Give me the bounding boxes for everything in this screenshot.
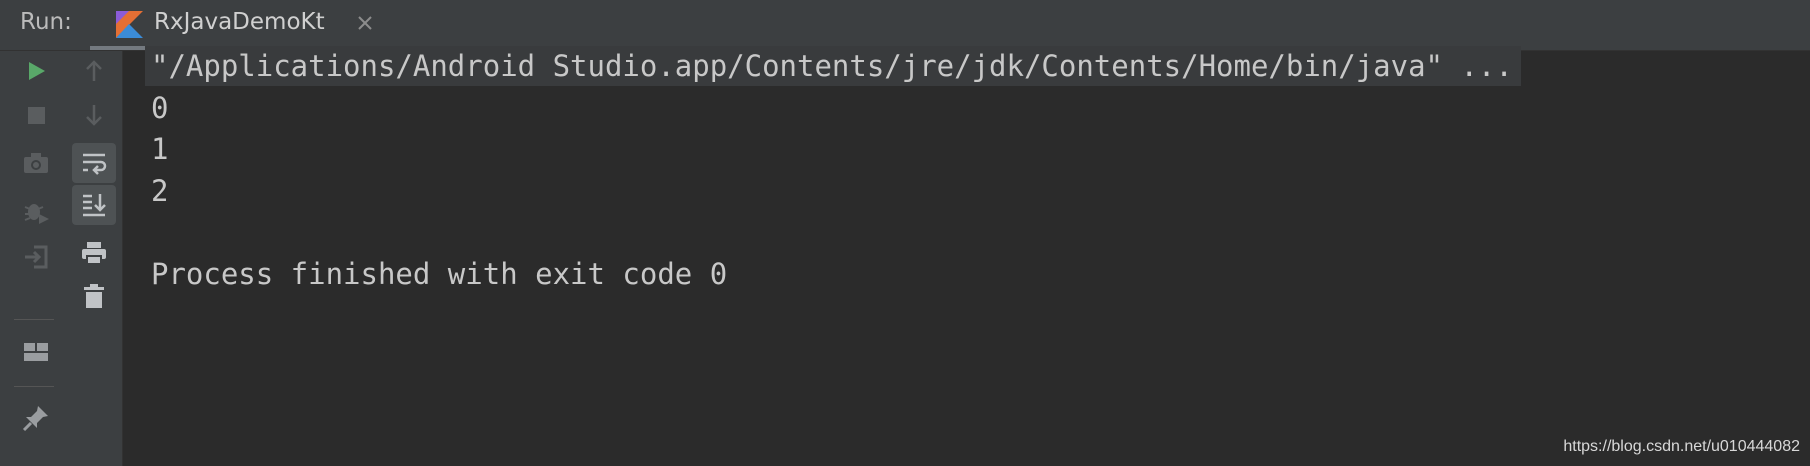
rerun-button[interactable] (14, 51, 58, 91)
restore-layout-button[interactable] (14, 332, 58, 372)
down-button[interactable] (72, 95, 116, 135)
pin-icon (22, 406, 48, 432)
layout-icon (24, 343, 48, 361)
debug-button[interactable] (14, 191, 58, 231)
stop-button[interactable] (14, 95, 58, 135)
command-line: "/Applications/Android Studio.app/Conten… (145, 46, 1521, 86)
exit-message: Process finished with exit code 0 (151, 257, 728, 291)
trash-icon (84, 284, 104, 308)
output-line: 2 (151, 174, 169, 208)
up-button[interactable] (72, 51, 116, 91)
clear-all-button[interactable] (72, 276, 116, 316)
arrow-down-icon (86, 105, 102, 126)
console-output[interactable]: "/Applications/Android Studio.app/Conten… (123, 46, 1810, 466)
exit-button[interactable] (14, 237, 58, 277)
play-icon (29, 62, 45, 80)
close-icon[interactable] (354, 12, 376, 34)
run-label: Run: (20, 9, 72, 35)
debug-icon (24, 204, 49, 224)
pin-tab-button[interactable] (14, 398, 58, 438)
print-button[interactable] (72, 233, 116, 273)
print-icon (82, 242, 106, 265)
camera-icon (24, 153, 48, 173)
toolbar-separator (14, 386, 54, 387)
stop-icon (28, 107, 45, 124)
tab-rxjavademokt[interactable]: RxJavaDemoKt (90, 0, 394, 50)
run-tool-window: Run: RxJavaDemoKt "/Applications/Android… (0, 0, 1810, 466)
watermark-text: https://blog.csdn.net/u010444082 (1563, 438, 1800, 455)
toolbar-separator (14, 319, 54, 320)
arrow-up-icon (86, 60, 102, 81)
soft-wrap-button[interactable] (72, 143, 116, 183)
tab-title: RxJavaDemoKt (154, 9, 325, 35)
exit-icon (25, 245, 48, 269)
output-line: 0 (151, 91, 169, 125)
scroll-to-end-icon (83, 194, 106, 217)
kotlin-file-icon (116, 11, 143, 38)
dump-threads-button[interactable] (14, 143, 58, 183)
run-tab-bar: Run: RxJavaDemoKt (0, 0, 1810, 51)
run-actions-toolbar (0, 51, 66, 466)
console-actions-toolbar (66, 51, 123, 466)
scroll-to-end-button[interactable] (72, 185, 116, 225)
soft-wrap-icon (83, 153, 107, 175)
output-line: 1 (151, 132, 169, 166)
